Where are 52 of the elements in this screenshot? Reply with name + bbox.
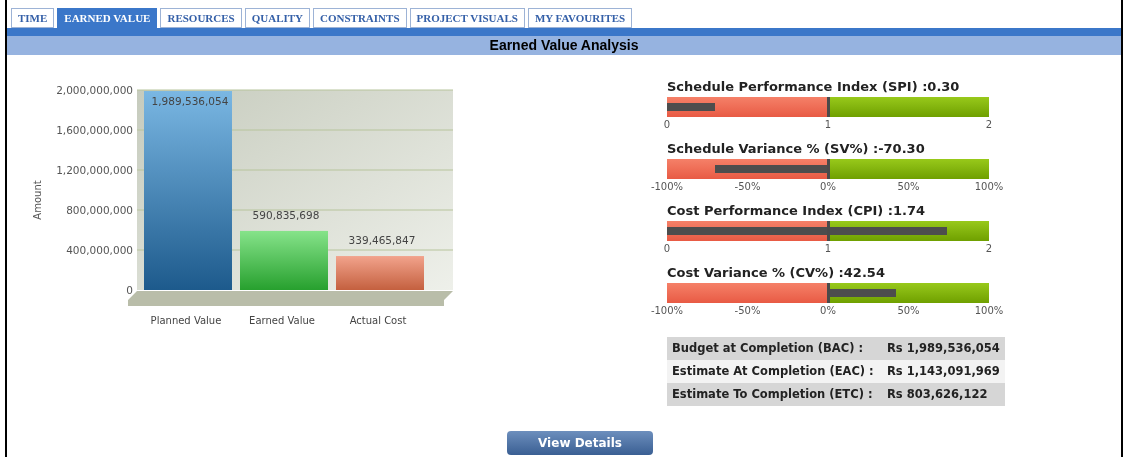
gauge-tick-label: 1 xyxy=(824,119,832,131)
gauge-title: Schedule Variance % (SV%) :-70.30 xyxy=(667,141,926,157)
view-details-button[interactable]: View Details xyxy=(507,431,653,455)
gauge-tick-label: 50% xyxy=(897,305,920,317)
gauge-title: Schedule Performance Index (SPI) :0.30 xyxy=(667,79,961,95)
target-marker xyxy=(827,283,830,303)
gauge-tick-label: 0 xyxy=(663,119,671,131)
gauge-tick-label: 2 xyxy=(985,243,993,255)
axis-tick-label: 2,000,000,000 xyxy=(56,84,133,96)
tab[interactable]: CONSTRAINTS xyxy=(313,8,407,28)
category-label: Planned Value xyxy=(150,315,222,326)
axis-title: Amount xyxy=(32,180,43,220)
summary-value: Rs 1,143,091,969 xyxy=(887,362,1000,380)
tab[interactable]: TIME xyxy=(11,8,55,28)
data-label: 1,989,536,054 xyxy=(151,95,229,108)
tab[interactable]: MY FAVOURITES xyxy=(527,8,633,28)
tab[interactable]: QUALITY xyxy=(244,8,311,28)
gauge-tick-label: 0 xyxy=(663,243,671,255)
target-marker xyxy=(827,97,830,117)
category-label: Earned Value xyxy=(249,315,315,326)
summary-value: Rs 803,626,122 xyxy=(887,385,988,403)
axis-tick-label: 0 xyxy=(126,284,133,296)
gauge-tick-label: 100% xyxy=(974,181,1004,193)
gauge-tick-label: 50% xyxy=(897,181,920,193)
summary-label: Estimate To Completion (ETC) : xyxy=(672,385,874,403)
gauge-tick-label: 2 xyxy=(985,119,993,131)
target-marker xyxy=(827,159,830,179)
axis-tick-label: 800,000,000 xyxy=(66,204,133,216)
tab[interactable]: EARNED VALUE xyxy=(57,8,158,28)
section-title: Earned Value Analysis xyxy=(7,36,1121,55)
gauge-tick-label: 0% xyxy=(820,305,836,317)
gauge-tick-label: 100% xyxy=(974,305,1004,317)
axis-tick-label: 400,000,000 xyxy=(66,244,133,256)
gauge-tick-label: -50% xyxy=(734,305,761,317)
tab[interactable]: PROJECT VISUALS xyxy=(409,8,525,28)
category-label: Actual Cost xyxy=(349,315,407,326)
data-label: 339,465,847 xyxy=(348,234,416,247)
gauge-tick-label: 0% xyxy=(820,181,836,193)
axis-tick-label: 1,200,000,000 xyxy=(56,164,133,176)
summary-label: Estimate At Completion (EAC) : xyxy=(672,362,875,380)
summary-value: Rs 1,989,536,054 xyxy=(887,339,1000,357)
axis-tick-label: 1,600,000,000 xyxy=(56,124,133,136)
gauge-tick-label: -100% xyxy=(650,305,684,317)
gauge-title: Cost Variance % (CV%) :42.54 xyxy=(667,265,886,281)
gauge-tick-label: -50% xyxy=(734,181,761,193)
data-label: 590,835,698 xyxy=(252,208,320,221)
gauge-title: Cost Performance Index (CPI) :1.74 xyxy=(667,203,927,219)
gauge-tick-label: -100% xyxy=(650,181,684,193)
target-marker xyxy=(827,221,830,241)
gauge-tick-label: 1 xyxy=(824,243,832,255)
tab[interactable]: RESOURCES xyxy=(160,8,242,28)
summary-label: Budget at Completion (BAC) : xyxy=(672,339,865,357)
